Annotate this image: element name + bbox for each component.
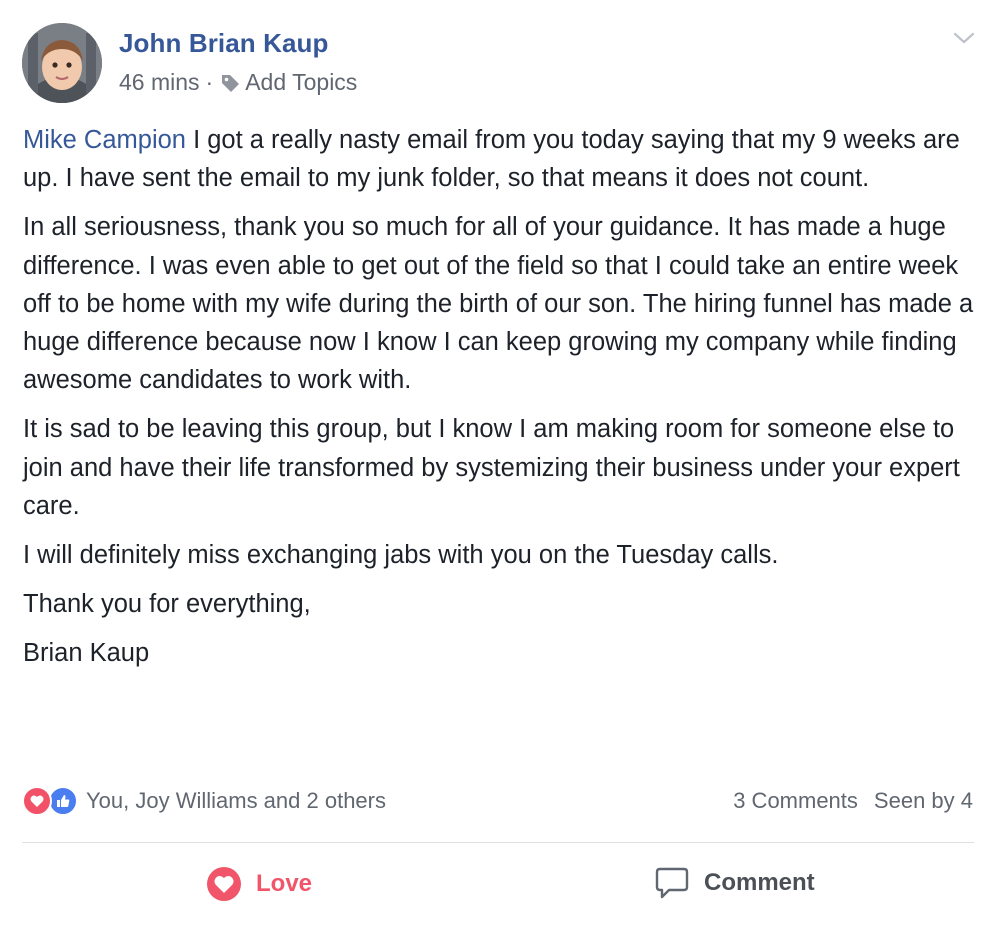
tag-icon bbox=[219, 72, 241, 94]
post-card: John Brian Kaup 46 mins · Add Topics Mik… bbox=[0, 0, 996, 932]
avatar[interactable] bbox=[22, 23, 102, 103]
add-topics-link[interactable]: Add Topics bbox=[245, 69, 357, 96]
avatar-photo bbox=[22, 23, 102, 103]
thumbs-up-icon bbox=[48, 786, 78, 816]
heart-icon bbox=[22, 786, 52, 816]
paragraph: Brian Kaup bbox=[23, 639, 150, 668]
speech-bubble-icon bbox=[654, 866, 690, 900]
love-button-label: Love bbox=[256, 870, 313, 897]
timestamp[interactable]: 46 mins bbox=[119, 69, 200, 96]
comments-count[interactable]: 3 Comments bbox=[733, 788, 858, 814]
post-stats: 3 Comments Seen by 4 bbox=[733, 788, 973, 814]
seen-by-count[interactable]: Seen by 4 bbox=[874, 788, 973, 814]
paragraph: In all seriousness, thank you so much fo… bbox=[23, 213, 974, 395]
mention-link[interactable]: Mike Campion bbox=[23, 126, 186, 154]
reactions-summary[interactable]: You, Joy Williams and 2 others bbox=[22, 786, 386, 816]
heart-icon bbox=[206, 866, 242, 902]
love-button[interactable]: Love bbox=[206, 866, 312, 902]
paragraph: Mike Campion I got a really nasty email … bbox=[23, 121, 983, 197]
paragraph: I will definitely miss exchanging jabs w… bbox=[23, 541, 779, 570]
comment-button-label: Comment bbox=[704, 869, 815, 896]
paragraph: It is sad to be leaving this group, but … bbox=[23, 415, 960, 520]
meta-separator: · bbox=[205, 69, 214, 95]
comment-button[interactable]: Comment bbox=[654, 866, 815, 900]
post-meta: 46 mins · Add Topics bbox=[119, 69, 357, 96]
post-body: Mike Campion I got a really nasty email … bbox=[23, 121, 983, 684]
paragraph: Thank you for everything, bbox=[23, 590, 311, 619]
reactions-names[interactable]: You, Joy Williams and 2 others bbox=[86, 788, 386, 814]
author-name[interactable]: John Brian Kaup bbox=[119, 28, 329, 59]
divider bbox=[22, 842, 974, 843]
chevron-down-icon[interactable] bbox=[952, 30, 976, 46]
